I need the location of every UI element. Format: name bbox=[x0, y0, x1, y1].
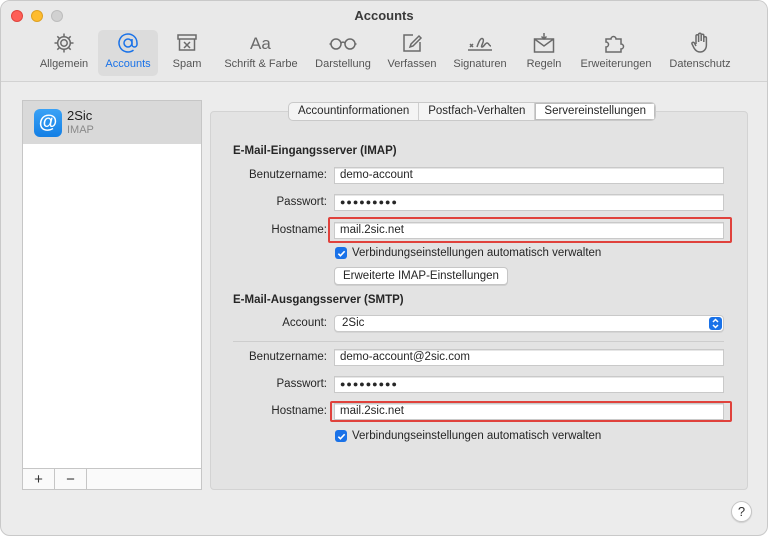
incoming-password-label: Passwort: bbox=[276, 196, 328, 208]
at-icon bbox=[118, 33, 138, 53]
junk-tray-icon bbox=[177, 34, 197, 51]
toolbar-item-allgemein[interactable]: Allgemein bbox=[35, 30, 93, 76]
incoming-hostname-label: Hostname: bbox=[271, 224, 327, 236]
tab-postfach-verhalten[interactable]: Postfach-Verhalten bbox=[419, 103, 536, 120]
toolbar-item-erweiterungen[interactable]: Erweiterungen bbox=[575, 30, 657, 76]
toolbar-item-verfassen[interactable]: Verfassen bbox=[383, 30, 441, 76]
add-account-button[interactable]: + bbox=[23, 469, 55, 489]
puzzle-icon bbox=[605, 35, 625, 53]
accounts-sidebar: @ 2Sic IMAP + − bbox=[22, 100, 202, 490]
highlight-box bbox=[328, 217, 732, 243]
window-title: Accounts bbox=[354, 8, 414, 23]
outgoing-account-value: 2Sic bbox=[342, 317, 365, 329]
outgoing-auto-manage-checkbox[interactable]: Verbindungseinstellungen automatisch ver… bbox=[335, 430, 601, 442]
glasses-icon bbox=[329, 38, 357, 50]
svg-text:Aa: Aa bbox=[250, 34, 271, 53]
outgoing-account-label: Account: bbox=[282, 317, 327, 329]
toolbar-item-signaturen[interactable]: Signaturen bbox=[449, 30, 511, 76]
account-type: IMAP bbox=[67, 124, 94, 136]
toolbar-label: Spam bbox=[172, 58, 202, 70]
incoming-username-label: Benutzername: bbox=[249, 169, 327, 181]
incoming-username-field[interactable]: demo-account bbox=[334, 167, 724, 184]
toolbar-item-darstellung[interactable]: Darstellung bbox=[311, 30, 375, 76]
outgoing-password-label: Passwort: bbox=[276, 378, 328, 390]
help-button[interactable]: ? bbox=[731, 501, 752, 522]
toolbar-label: Allgemein bbox=[39, 58, 89, 70]
toolbar-label: Erweiterungen bbox=[580, 58, 652, 70]
segmented-tabs: Accountinformationen Postfach-Verhalten … bbox=[288, 102, 657, 121]
toolbar-item-schrift-farbe[interactable]: Aa Schrift & Farbe bbox=[218, 30, 304, 76]
tab-accountinformationen[interactable]: Accountinformationen bbox=[289, 103, 420, 120]
toolbar-item-accounts[interactable]: Accounts bbox=[98, 30, 158, 76]
section-divider bbox=[233, 341, 724, 342]
compose-icon bbox=[403, 34, 423, 52]
rules-envelope-icon bbox=[533, 33, 555, 53]
tab-servereinstellungen[interactable]: Servereinstellungen bbox=[535, 103, 656, 120]
font-icon: Aa bbox=[250, 34, 271, 53]
highlight-box bbox=[330, 401, 732, 422]
checkbox-label: Verbindungseinstellungen automatisch ver… bbox=[352, 430, 602, 442]
outgoing-password-field[interactable]: ●●●●●●●●● bbox=[334, 376, 724, 393]
toolbar-label: Verfassen bbox=[387, 58, 437, 70]
incoming-password-field[interactable]: ●●●●●●●●● bbox=[334, 194, 724, 211]
toolbar-item-regeln[interactable]: Regeln bbox=[521, 30, 567, 76]
incoming-server-title: E-Mail-Eingangsserver (IMAP) bbox=[233, 145, 397, 157]
remove-account-button[interactable]: − bbox=[55, 469, 87, 489]
outgoing-account-select[interactable]: 2Sic bbox=[334, 315, 724, 332]
toolbar-label: Darstellung bbox=[315, 58, 371, 70]
toolbar-label: Accounts bbox=[105, 58, 151, 70]
hand-icon bbox=[691, 32, 708, 53]
advanced-imap-settings-button[interactable]: Erweiterte IMAP-Einstellungen bbox=[334, 267, 508, 285]
gear-icon bbox=[54, 33, 74, 53]
toolbar-label: Schrift & Farbe bbox=[224, 58, 298, 70]
checkbox-label: Verbindungseinstellungen automatisch ver… bbox=[352, 247, 602, 259]
toolbar-label: Datenschutz bbox=[669, 58, 731, 70]
outgoing-server-title: E-Mail-Ausgangsserver (SMTP) bbox=[233, 294, 404, 306]
toolbar-item-datenschutz[interactable]: Datenschutz bbox=[665, 30, 735, 76]
toolbar-item-spam[interactable]: Spam bbox=[165, 30, 209, 76]
toolbar-label: Regeln bbox=[526, 58, 562, 70]
outgoing-username-label: Benutzername: bbox=[249, 351, 327, 363]
incoming-auto-manage-checkbox[interactable]: Verbindungseinstellungen automatisch ver… bbox=[335, 247, 601, 259]
signature-icon bbox=[468, 37, 492, 51]
outgoing-username-field[interactable]: demo-account@2sic.com bbox=[334, 349, 724, 366]
chevron-updown-icon bbox=[709, 317, 722, 330]
account-name: 2Sic bbox=[67, 108, 93, 123]
toolbar-label: Signaturen bbox=[453, 58, 507, 70]
at-icon: @ bbox=[34, 109, 62, 137]
preferences-window: Accounts Allgemein Accounts Spam Aa Schr… bbox=[0, 0, 768, 536]
checkmark-icon bbox=[335, 430, 347, 442]
toolbar: Accounts Allgemein Accounts Spam Aa Schr… bbox=[1, 1, 767, 82]
account-list-item[interactable]: @ 2Sic IMAP bbox=[23, 101, 201, 144]
checkmark-icon bbox=[335, 247, 347, 259]
sidebar-bottom-bar: + − bbox=[23, 468, 201, 489]
outgoing-hostname-label: Hostname: bbox=[271, 405, 327, 417]
